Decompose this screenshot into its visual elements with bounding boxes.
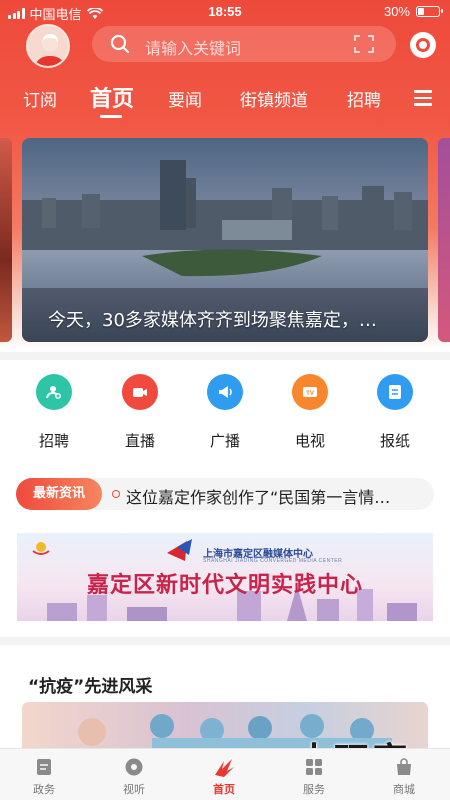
bottom-tab-mall[interactable]: 商城 xyxy=(374,757,434,797)
bottom-tab-media[interactable]: 视听 xyxy=(104,757,164,797)
svg-text:TV: TV xyxy=(306,391,314,397)
clock: 18:55 xyxy=(208,4,242,19)
quick-link-label: 报纸 xyxy=(379,432,410,450)
battery-fill xyxy=(418,8,424,15)
menu-icon[interactable] xyxy=(414,90,432,110)
quick-link-recruit[interactable]: 招聘 xyxy=(24,374,84,451)
bottom-tab-label: 视听 xyxy=(123,783,145,796)
newspaper-icon xyxy=(377,374,413,410)
quick-link-label: 电视 xyxy=(294,432,325,450)
search-placeholder: 请输入关键词 xyxy=(145,41,242,58)
battery-icon xyxy=(416,6,443,17)
quick-link-label: 直播 xyxy=(124,432,155,450)
news-ticker[interactable]: 最新资讯 这位嘉定作家创作了“民国第一言情… xyxy=(16,478,434,510)
tab-home[interactable]: 首页 xyxy=(90,81,134,113)
active-tab-indicator xyxy=(100,115,122,118)
tv-icon: TV xyxy=(292,374,328,410)
bottom-tab-label: 首页 xyxy=(213,783,235,796)
headline-banner[interactable]: 今天，30多家媒体齐齐到场聚焦嘉定，… xyxy=(22,138,428,342)
battery-percent: 30% xyxy=(383,4,410,19)
latest-news-badge: 最新资讯 xyxy=(16,478,102,510)
section-divider xyxy=(0,352,450,360)
bottom-tab-bar: 政务 视听 首页 服务 商城 xyxy=(0,748,450,800)
quick-link-tv[interactable]: TV 电视 xyxy=(280,374,340,451)
ad-title: 嘉定区新时代文明实践中心 xyxy=(86,573,363,598)
carousel-prev-slide[interactable] xyxy=(0,138,12,342)
quick-link-label: 招聘 xyxy=(38,432,69,450)
bottom-tab-home[interactable]: 首页 xyxy=(194,757,254,797)
search-icon xyxy=(110,34,130,54)
tab-town-channels[interactable]: 街镇频道 xyxy=(240,86,308,111)
quick-link-label: 广播 xyxy=(209,432,240,450)
home-logo-icon xyxy=(214,757,234,777)
bottom-tab-label: 商城 xyxy=(393,783,415,796)
status-bar: 中国电信 18:55 30% xyxy=(0,0,450,24)
bottom-tab-services[interactable]: 服务 xyxy=(284,757,344,797)
quick-link-live[interactable]: 直播 xyxy=(110,374,170,451)
tab-headlines[interactable]: 要闻 xyxy=(168,86,202,111)
search-bar[interactable]: 请输入关键词 xyxy=(92,26,396,62)
bullet-icon xyxy=(112,490,120,498)
recruit-icon xyxy=(36,374,72,410)
banner-caption: 今天，30多家媒体齐齐到场聚焦嘉定，… xyxy=(48,310,377,331)
quick-link-broadcast[interactable]: 广播 xyxy=(195,374,255,451)
shop-icon xyxy=(394,757,414,777)
bottom-tab-label: 服务 xyxy=(303,783,325,796)
tab-recruitment[interactable]: 招聘 xyxy=(347,86,381,111)
ad-banner[interactable]: 上海市嘉定区融媒体中心 SHANGHAI JIADING CONVERGED M… xyxy=(17,533,433,621)
tab-subscribe[interactable]: 订阅 xyxy=(23,86,57,111)
services-icon xyxy=(304,757,324,777)
live-icon xyxy=(122,374,158,410)
channel-tabs: 订阅 首页 要闻 街镇频道 招聘 xyxy=(0,78,450,120)
broadcast-icon xyxy=(207,374,243,410)
news-headline: 这位嘉定作家创作了“民国第一言情… xyxy=(126,488,391,507)
user-avatar[interactable] xyxy=(26,24,70,68)
document-icon xyxy=(34,757,54,777)
section-divider xyxy=(0,637,450,645)
ad-org-name-en: SHANGHAI JIADING CONVERGED MEDIA CENTER xyxy=(203,558,343,564)
bottom-tab-label: 政务 xyxy=(33,783,55,796)
section-title: “抗疫”先进风采 xyxy=(28,677,153,697)
scan-icon[interactable] xyxy=(354,35,374,53)
message-button[interactable] xyxy=(410,32,436,58)
carousel-next-slide[interactable] xyxy=(438,138,450,342)
quick-link-newspaper[interactable]: 报纸 xyxy=(365,374,425,451)
bottom-tab-government[interactable]: 政务 xyxy=(14,757,74,797)
disc-icon xyxy=(124,757,144,777)
